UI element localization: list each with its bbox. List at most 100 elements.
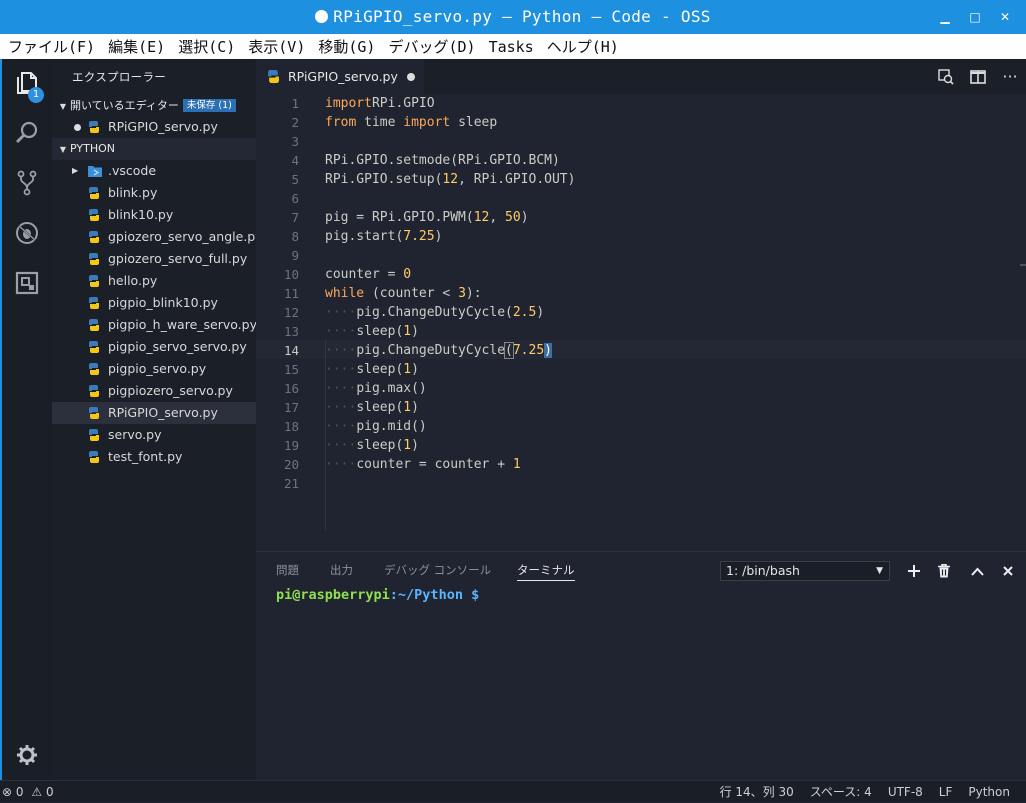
file-item[interactable]: RPiGPIO_servo.py <box>52 402 256 424</box>
close-icon <box>1003 566 1013 576</box>
tab-output[interactable]: 出力 <box>330 552 353 588</box>
file-item[interactable]: servo.py <box>52 424 256 446</box>
menu-tasks[interactable]: Tasks <box>489 38 534 56</box>
line-number: 8 <box>291 229 299 244</box>
file-name: pigpio_servo_servo.py <box>108 339 247 354</box>
menu-bar: ファイル(F) 編集(E) 選択(C) 表示(V) 移動(G) デバッグ(D) … <box>0 34 1026 59</box>
code-token: ) <box>544 343 552 358</box>
code-token: ) <box>411 362 419 377</box>
gear-icon <box>17 745 37 765</box>
terminal-select[interactable]: 1: /bin/bash ▼ <box>720 561 890 581</box>
extensions-button[interactable] <box>2 261 52 305</box>
code-token: ···· <box>325 400 357 415</box>
code-text: ····sleep(1) <box>325 436 419 455</box>
code-line: 20 ····counter = counter + 1 <box>256 455 1026 474</box>
open-changes-button[interactable] <box>930 59 962 94</box>
code-text: ····sleep(1) <box>325 322 419 341</box>
line-number: 18 <box>283 419 299 434</box>
menu-selection[interactable]: 選択(C) <box>178 36 235 57</box>
cursor-position[interactable]: 行 14、列 30 <box>720 781 794 803</box>
code-token: 0 <box>403 267 412 282</box>
menu-edit[interactable]: 編集(E) <box>108 36 165 57</box>
open-editor-item[interactable]: RPiGPIO_servo.py <box>52 116 256 138</box>
language-mode[interactable]: Python <box>968 781 1010 803</box>
bottom-panel: 問題 出力 デバッグ コンソール ターミナル 1: /bin/bash ▼ pi@… <box>256 551 1026 781</box>
line-number: 1 <box>291 96 299 111</box>
file-name: pigpio_servo.py <box>108 361 207 376</box>
line-number: 3 <box>291 134 299 149</box>
menu-file[interactable]: ファイル(F) <box>8 36 95 57</box>
file-item[interactable]: pigpio_h_ware_servo.py <box>52 314 257 336</box>
tab-rpigpio-servo[interactable]: RPiGPIO_servo.py <box>256 59 424 94</box>
more-icon: ··· <box>1002 67 1018 86</box>
more-actions-button[interactable]: ··· <box>994 59 1026 94</box>
maximize-button[interactable]: □ <box>964 6 986 28</box>
file-item[interactable]: gpiozero_servo_angle.py <box>52 226 263 248</box>
compare-icon <box>938 68 954 85</box>
line-number: 12 <box>283 305 299 320</box>
line-number: 5 <box>291 172 299 187</box>
code-token: pig.max() <box>356 381 427 396</box>
code-token: 7.25 <box>512 343 545 358</box>
file-name: hello.py <box>108 273 158 288</box>
menu-go[interactable]: 移動(G) <box>318 36 375 57</box>
folder-header-python[interactable]: ▼ PYTHON <box>52 138 256 160</box>
code-token: 2.5 <box>512 305 537 320</box>
indentation[interactable]: スペース: 4 <box>810 781 872 803</box>
open-editors-header[interactable]: ▼ 開いているエディター 未保存 (1) <box>52 95 256 117</box>
search-button[interactable] <box>2 111 52 155</box>
code-text: RPi.GPIO.setmode(RPi.GPIO.BCM) <box>325 151 560 170</box>
code-text: ····pig.ChangeDutyCycle(2.5) <box>325 303 544 322</box>
problems-status[interactable]: ⊗ 0 ⚠ 0 <box>2 781 54 803</box>
tab-terminal[interactable]: ターミナル <box>517 552 575 588</box>
file-item[interactable]: pigpio_blink10.py <box>52 292 256 314</box>
python-file-icon <box>89 429 99 441</box>
file-item[interactable]: pigpio_servo_servo.py <box>52 336 256 358</box>
file-item[interactable]: blink.py <box>52 182 256 204</box>
menu-view[interactable]: 表示(V) <box>248 36 305 57</box>
code-token: RPi.GPIO <box>371 96 435 111</box>
file-name: gpiozero_servo_full.py <box>108 251 248 266</box>
source-control-button[interactable] <box>2 161 52 205</box>
python-file-icon <box>89 319 99 331</box>
tab-problems[interactable]: 問題 <box>276 552 299 588</box>
split-editor-button[interactable] <box>962 59 994 94</box>
code-token: ···· <box>325 419 357 434</box>
file-item[interactable]: test_font.py <box>52 446 256 468</box>
encoding[interactable]: UTF-8 <box>888 781 923 803</box>
end-of-line[interactable]: LF <box>939 781 953 803</box>
code-token: counter = counter + <box>356 457 513 472</box>
terminal-prompt[interactable]: pi@raspberrypi:~/Python $ <box>276 587 479 603</box>
debug-button[interactable] <box>2 211 52 255</box>
file-item[interactable]: hello.py <box>52 270 256 292</box>
explorer-button[interactable]: 1 <box>2 61 52 105</box>
close-button[interactable]: ✕ <box>994 6 1016 28</box>
code-token: ) <box>520 210 529 225</box>
debug-icon <box>16 222 38 244</box>
maximize-panel-button[interactable] <box>967 561 987 581</box>
minimize-button[interactable]: ▁ <box>934 6 956 28</box>
file-item[interactable]: pigpio_servo.py <box>52 358 256 380</box>
code-editor[interactable]: 1 importRPi.GPIO 2 from time import sleep 3 4… <box>256 94 1026 551</box>
file-item[interactable]: blink10.py <box>52 204 256 226</box>
unsaved-dot-icon[interactable] <box>407 73 415 81</box>
tab-debug-console[interactable]: デバッグ コンソール <box>384 552 491 588</box>
file-item[interactable]: gpiozero_servo_full.py <box>52 248 256 270</box>
file-name: .vscode <box>108 163 157 178</box>
kill-terminal-button[interactable] <box>934 561 954 581</box>
code-text: ····pig.mid() <box>325 417 427 436</box>
file-item[interactable]: pigpiozero_servo.py <box>52 380 256 402</box>
code-token: ···· <box>325 305 357 320</box>
folder-item[interactable]: ▶ .vscode <box>52 160 256 182</box>
menu-help[interactable]: ヘルプ(H) <box>547 36 619 57</box>
menu-debug[interactable]: デバッグ(D) <box>388 36 475 57</box>
code-token: 1 <box>403 362 412 377</box>
file-name: pigpio_blink10.py <box>108 295 218 310</box>
new-terminal-button[interactable] <box>904 561 924 581</box>
line-number: 13 <box>283 324 299 339</box>
settings-button[interactable] <box>2 733 52 777</box>
file-name: blink10.py <box>108 207 174 222</box>
close-panel-button[interactable] <box>998 561 1018 581</box>
unsaved-dot-icon <box>315 10 329 23</box>
python-file-icon <box>89 275 99 287</box>
